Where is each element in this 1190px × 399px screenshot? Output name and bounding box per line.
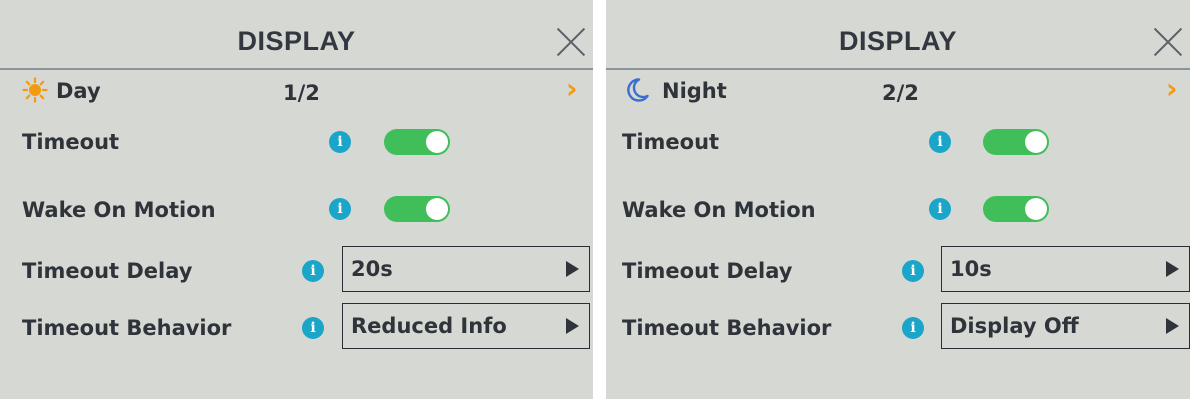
mode-label: Night	[662, 79, 727, 103]
timeout-delay-label: Timeout Delay	[622, 259, 793, 283]
timeout-delay-select[interactable]: 20s	[342, 246, 590, 292]
timeout-toggle[interactable]	[384, 129, 450, 155]
play-arrow-icon	[566, 261, 579, 277]
info-icon[interactable]: i	[902, 260, 924, 282]
timeout-behavior-label: Timeout Behavior	[22, 316, 232, 340]
panel-header: DISPLAY	[606, 8, 1190, 70]
play-arrow-icon	[1166, 318, 1179, 334]
page-indicator: 2/2	[882, 81, 919, 105]
timeout-label: Timeout	[622, 130, 720, 154]
info-icon[interactable]: i	[929, 198, 951, 220]
toggle-knob	[1025, 131, 1047, 153]
info-icon[interactable]: i	[329, 131, 351, 153]
toggle-knob	[1025, 198, 1047, 220]
panel-title: DISPLAY	[838, 26, 958, 56]
select-value: Reduced Info	[351, 314, 507, 338]
timeout-behavior-select[interactable]: Display Off	[941, 303, 1190, 349]
select-value: 10s	[950, 257, 992, 281]
play-arrow-icon	[1166, 261, 1179, 277]
wake-on-motion-label: Wake On Motion	[22, 198, 216, 222]
toggle-knob	[426, 198, 448, 220]
play-arrow-icon	[566, 318, 579, 334]
timeout-delay-select[interactable]: 10s	[941, 246, 1190, 292]
wake-on-motion-toggle[interactable]	[384, 196, 450, 222]
info-icon[interactable]: i	[929, 131, 951, 153]
panel-header: DISPLAY	[0, 8, 593, 70]
select-value: Display Off	[950, 314, 1079, 338]
display-panel-night: DISPLAY Night 2/2 › Timeout i Wake On Mo…	[606, 0, 1190, 399]
toggle-knob	[426, 131, 448, 153]
moon-icon	[627, 78, 649, 102]
select-value: 20s	[351, 257, 393, 281]
page-indicator: 1/2	[283, 81, 320, 105]
wake-on-motion-toggle[interactable]	[983, 196, 1049, 222]
wake-on-motion-label: Wake On Motion	[622, 198, 816, 222]
panel-title: DISPLAY	[237, 26, 356, 56]
timeout-label: Timeout	[22, 130, 120, 154]
timeout-behavior-label: Timeout Behavior	[622, 316, 832, 340]
timeout-delay-label: Timeout Delay	[22, 259, 193, 283]
close-icon[interactable]	[1152, 26, 1184, 58]
chevron-right-icon[interactable]: ›	[566, 72, 578, 105]
mode-label: Day	[56, 79, 101, 103]
timeout-behavior-select[interactable]: Reduced Info	[342, 303, 590, 349]
info-icon[interactable]: i	[302, 260, 324, 282]
timeout-toggle[interactable]	[983, 129, 1049, 155]
info-icon[interactable]: i	[329, 198, 351, 220]
display-panel-day: DISPLAY Day 1/2 › Timeout i Wake On Moti…	[0, 0, 593, 399]
info-icon[interactable]: i	[902, 317, 924, 339]
info-icon[interactable]: i	[302, 317, 324, 339]
close-icon[interactable]	[555, 26, 587, 58]
sun-icon	[22, 77, 48, 103]
chevron-right-icon[interactable]: ›	[1166, 72, 1178, 105]
